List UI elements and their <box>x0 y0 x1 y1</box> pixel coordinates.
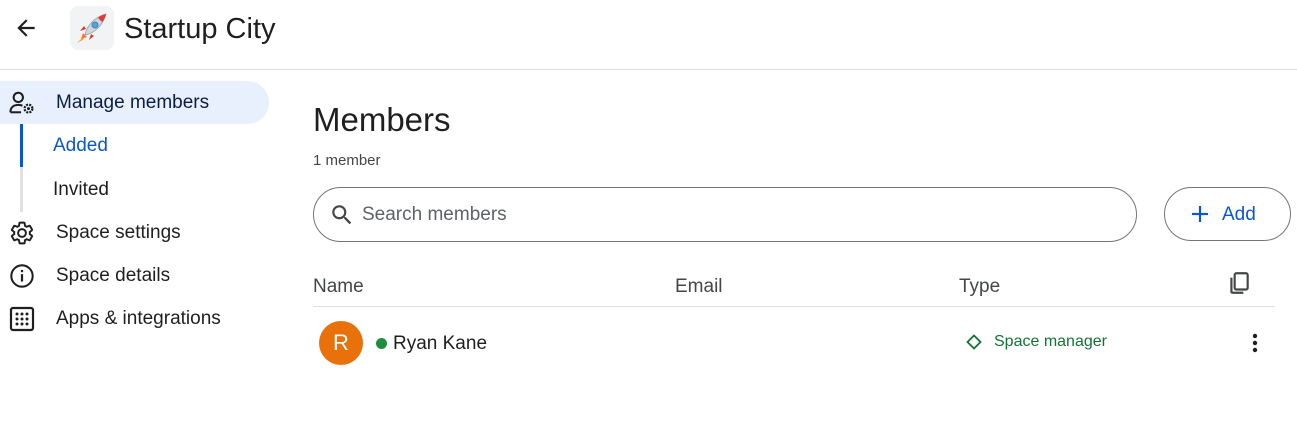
member-type-label: Space manager <box>994 333 1107 350</box>
member-type: Space manager <box>966 330 1107 354</box>
more-vert-icon <box>1252 333 1258 353</box>
add-button-label: Add <box>1222 204 1256 225</box>
info-icon <box>9 263 35 289</box>
sub-nav-item-invited[interactable]: Invited <box>53 178 109 202</box>
diamond-icon <box>966 334 982 350</box>
sidebar-item-label: Apps & integrations <box>56 308 221 329</box>
space-title: Startup City <box>124 13 276 45</box>
column-header-email: Email <box>675 276 723 297</box>
sidebar-item-label: Space settings <box>56 222 181 243</box>
search-icon <box>328 201 356 229</box>
plus-icon <box>1192 206 1208 222</box>
copy-button[interactable] <box>1224 268 1254 298</box>
copy-icon <box>1230 272 1249 294</box>
more-options-button[interactable] <box>1240 328 1270 358</box>
column-header-type: Type <box>959 276 1001 297</box>
sidebar-item-label: Manage members <box>56 92 210 113</box>
gear-icon <box>9 220 35 246</box>
add-member-button[interactable]: Add <box>1164 187 1291 241</box>
avatar: R <box>319 321 363 365</box>
column-header-name: Name <box>313 276 364 297</box>
manage-members-icon <box>9 90 35 116</box>
back-button[interactable] <box>8 10 44 46</box>
page-title: Members <box>313 101 451 138</box>
sub-nav-active-indicator <box>20 124 23 167</box>
sidebar-item-label: Space details <box>56 265 171 286</box>
sub-nav-item-added[interactable]: Added <box>53 134 108 158</box>
app-header: Startup City <box>0 0 1297 70</box>
apps-grid-icon <box>9 306 35 332</box>
search-input[interactable] <box>362 200 1102 230</box>
online-status-dot <box>376 338 387 349</box>
member-count: 1 member <box>313 152 381 169</box>
arrow-back-icon <box>17 19 35 37</box>
search-box[interactable] <box>313 187 1137 242</box>
sidebar-item-manage-members[interactable]: Manage members <box>0 81 269 124</box>
rocket-emoji-icon <box>70 6 114 50</box>
member-name: Ryan Kane <box>393 333 488 354</box>
table-divider <box>313 306 1275 307</box>
